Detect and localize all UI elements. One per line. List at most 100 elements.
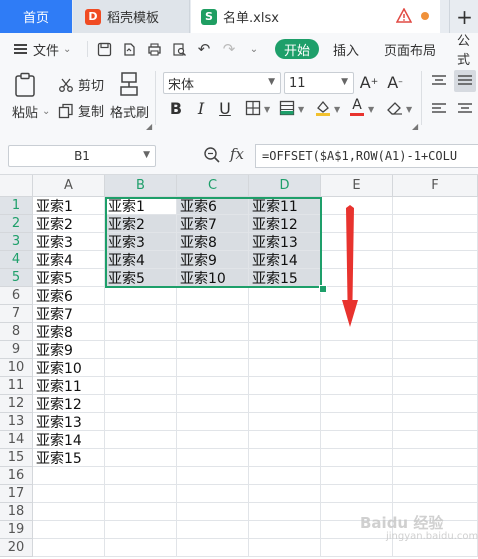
row-header-6[interactable]: 6 — [0, 287, 33, 305]
zoom-icon[interactable] — [203, 146, 221, 164]
cell-e17[interactable] — [321, 485, 393, 503]
cell-f6[interactable] — [393, 287, 478, 305]
cell-f9[interactable] — [393, 341, 478, 359]
export-icon[interactable] — [121, 41, 137, 57]
column-header-d[interactable]: D — [249, 175, 321, 197]
cell-f5[interactable] — [393, 269, 478, 287]
cell-c4[interactable]: 亚索9 — [177, 251, 249, 269]
cell-f12[interactable] — [393, 395, 478, 413]
tab-docer-templates[interactable]: D 稻壳模板 — [73, 0, 190, 33]
cell-c17[interactable] — [177, 485, 249, 503]
clear-format-icon[interactable] — [386, 99, 404, 117]
cell-f14[interactable] — [393, 431, 478, 449]
align-middle-icon[interactable] — [454, 70, 476, 92]
row-header-8[interactable]: 8 — [0, 323, 33, 341]
row-header-12[interactable]: 12 — [0, 395, 33, 413]
cell-e14[interactable] — [321, 431, 393, 449]
format-painter-label[interactable]: 格式刷 — [110, 102, 149, 121]
paste-button[interactable] — [14, 72, 42, 98]
row-header-13[interactable]: 13 — [0, 413, 33, 431]
warning-icon[interactable] — [396, 8, 412, 24]
row-header-11[interactable]: 11 — [0, 377, 33, 395]
row-header-9[interactable]: 9 — [0, 341, 33, 359]
print-preview-icon[interactable] — [171, 41, 187, 57]
cell-d5[interactable]: 亚索15 — [249, 269, 321, 287]
row-header-15[interactable]: 15 — [0, 449, 33, 467]
new-tab-button[interactable]: + — [449, 0, 478, 33]
save-icon[interactable] — [96, 41, 112, 57]
cell-c13[interactable] — [177, 413, 249, 431]
cell-d2[interactable]: 亚索12 — [249, 215, 321, 233]
cell-a15[interactable]: 亚索15 — [33, 449, 105, 467]
cell-f7[interactable] — [393, 305, 478, 323]
column-header-b[interactable]: B — [105, 175, 177, 197]
cell-d7[interactable] — [249, 305, 321, 323]
cell-d12[interactable] — [249, 395, 321, 413]
cell-a5[interactable]: 亚索5 — [33, 269, 105, 287]
cell-c19[interactable] — [177, 521, 249, 539]
cell-c2[interactable]: 亚索7 — [177, 215, 249, 233]
cell-d11[interactable] — [249, 377, 321, 395]
cell-a17[interactable] — [33, 485, 105, 503]
cell-b5[interactable]: 亚索5 — [105, 269, 177, 287]
cell-a12[interactable]: 亚索12 — [33, 395, 105, 413]
cell-d6[interactable] — [249, 287, 321, 305]
font-size-select[interactable]: 11 ▼ — [284, 72, 354, 94]
chevron-down-icon[interactable]: ▼ — [334, 105, 340, 114]
cell-b7[interactable] — [105, 305, 177, 323]
cell-d15[interactable] — [249, 449, 321, 467]
column-header-a[interactable]: A — [33, 175, 105, 197]
cell-e11[interactable] — [321, 377, 393, 395]
cell-d1[interactable]: 亚索11 — [249, 197, 321, 215]
cell-b9[interactable] — [105, 341, 177, 359]
cell-e15[interactable] — [321, 449, 393, 467]
column-header-c[interactable]: C — [177, 175, 249, 197]
insert-function-button[interactable]: fx — [230, 145, 244, 163]
format-painter-button[interactable] — [118, 71, 140, 97]
cell-e13[interactable] — [321, 413, 393, 431]
cell-b4[interactable]: 亚索4 — [105, 251, 177, 269]
cell-f16[interactable] — [393, 467, 478, 485]
align-left-icon[interactable] — [430, 100, 448, 118]
cell-b14[interactable] — [105, 431, 177, 449]
tab-formula[interactable]: 公式 — [457, 33, 478, 68]
cell-f3[interactable] — [393, 233, 478, 251]
spreadsheet-grid[interactable]: A B C D E F 1 亚索1 亚索1 亚索6 亚索11 2 亚索2 亚索2 亚索7 亚索12 3 亚索3 亚索… — [0, 175, 478, 559]
row-header-17[interactable]: 17 — [0, 485, 33, 503]
row-header-10[interactable]: 10 — [0, 359, 33, 377]
fill-color-icon[interactable] — [314, 99, 332, 117]
undo-icon[interactable]: ↶ — [196, 40, 212, 58]
cell-e12[interactable] — [321, 395, 393, 413]
row-header-14[interactable]: 14 — [0, 431, 33, 449]
cell-f8[interactable] — [393, 323, 478, 341]
cell-c11[interactable] — [177, 377, 249, 395]
cell-c20[interactable] — [177, 539, 249, 557]
chevron-down-icon[interactable]: ▼ — [368, 105, 374, 114]
formula-input[interactable]: =OFFSET($A$1,ROW(A1)-1+COLU — [255, 144, 478, 168]
cell-d8[interactable] — [249, 323, 321, 341]
row-header-16[interactable]: 16 — [0, 467, 33, 485]
borders-icon[interactable] — [244, 99, 262, 117]
cell-d9[interactable] — [249, 341, 321, 359]
cell-c5[interactable]: 亚索10 — [177, 269, 249, 287]
cell-b13[interactable] — [105, 413, 177, 431]
chevron-down-icon[interactable]: ▼ — [298, 105, 304, 114]
cell-b8[interactable] — [105, 323, 177, 341]
tab-home[interactable]: 首页 — [0, 0, 72, 33]
cell-b11[interactable] — [105, 377, 177, 395]
cell-d4[interactable]: 亚索14 — [249, 251, 321, 269]
cell-f1[interactable] — [393, 197, 478, 215]
cell-a18[interactable] — [33, 503, 105, 521]
cell-a13[interactable]: 亚索13 — [33, 413, 105, 431]
cell-a14[interactable]: 亚索14 — [33, 431, 105, 449]
cell-c12[interactable] — [177, 395, 249, 413]
align-top-icon[interactable] — [430, 72, 448, 90]
cell-a20[interactable] — [33, 539, 105, 557]
column-header-e[interactable]: E — [321, 175, 393, 197]
tab-start[interactable]: 开始 — [275, 39, 319, 59]
cell-b10[interactable] — [105, 359, 177, 377]
cell-c16[interactable] — [177, 467, 249, 485]
cell-f11[interactable] — [393, 377, 478, 395]
bold-button[interactable]: B — [167, 99, 185, 118]
font-name-select[interactable]: 宋体 ▼ — [163, 72, 281, 94]
